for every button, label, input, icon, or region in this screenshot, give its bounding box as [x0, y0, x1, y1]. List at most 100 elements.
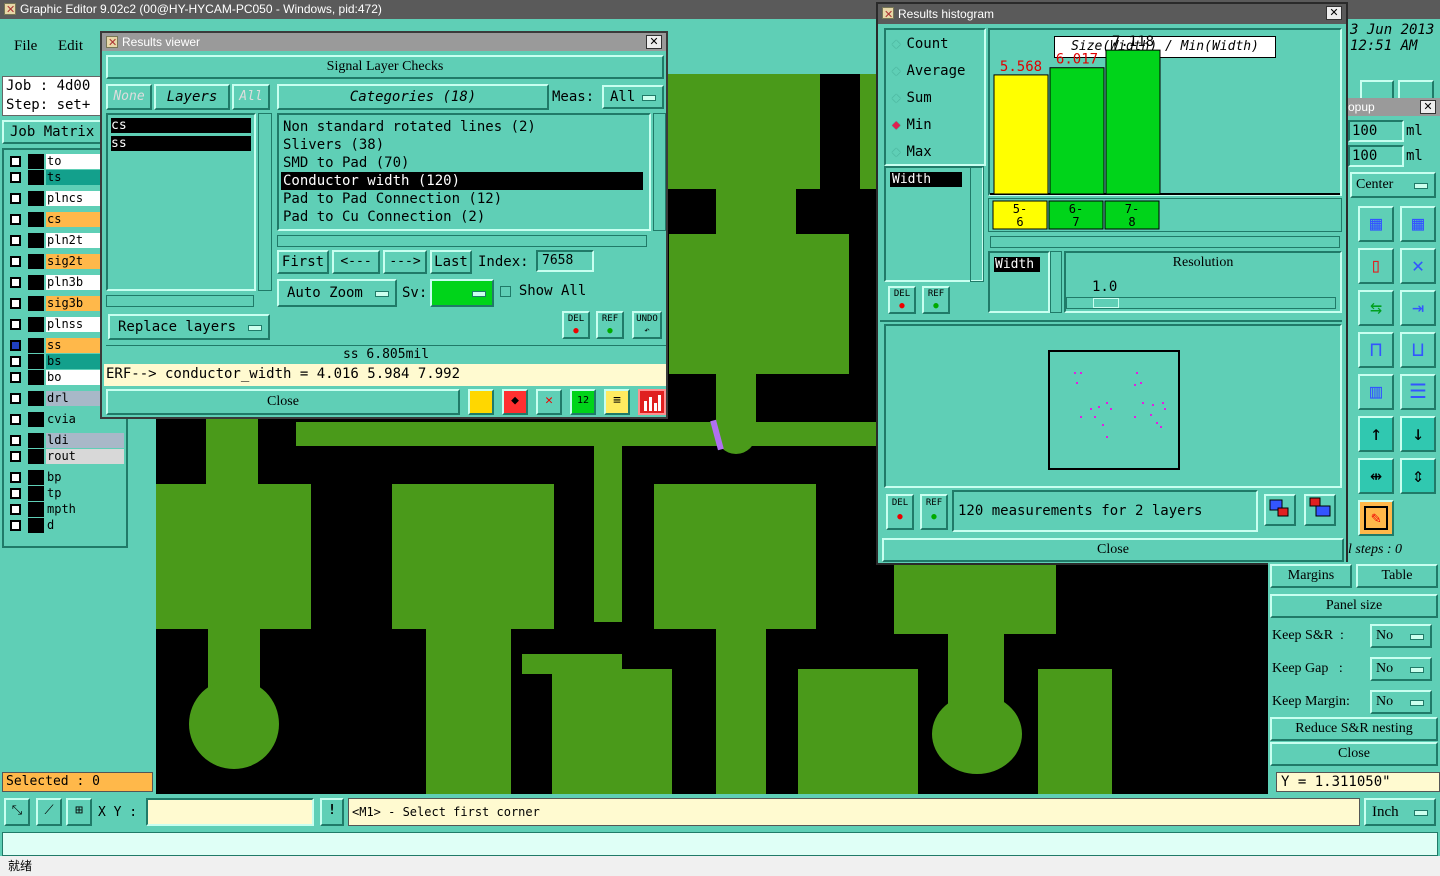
layer-checkbox[interactable]: [10, 372, 21, 383]
layer-checkbox[interactable]: [10, 172, 21, 183]
layer-index[interactable]: [28, 296, 44, 311]
menu-edit[interactable]: Edit: [58, 38, 83, 55]
layer-index[interactable]: [28, 470, 44, 485]
histogram-list-scrollbar[interactable]: [970, 166, 984, 282]
layer-row-bp[interactable]: bp: [6, 470, 124, 485]
keep-sr-dropdown[interactable]: No: [1370, 624, 1432, 648]
category-item[interactable]: Non standard rotated lines (2): [281, 118, 649, 136]
layer-row-tp[interactable]: tp: [6, 486, 124, 501]
width-field-list[interactable]: Width: [988, 251, 1050, 313]
layer-checkbox[interactable]: [10, 319, 21, 330]
stat-option-sum[interactable]: ◆ Sum: [892, 90, 932, 106]
hand-tool-icon[interactable]: ✎: [1358, 500, 1394, 536]
layer-index[interactable]: [28, 212, 44, 227]
histogram-icon[interactable]: [638, 389, 666, 415]
field-1[interactable]: 100: [1348, 120, 1404, 142]
layer-row-rout[interactable]: rout: [6, 449, 124, 464]
layer-row-mpth[interactable]: mpth: [6, 502, 124, 517]
stat-option-min[interactable]: ◆ Min: [892, 117, 932, 133]
layer-checkbox[interactable]: [10, 520, 21, 531]
layer-checkbox[interactable]: [10, 298, 21, 309]
layer-list-hscroll[interactable]: [106, 295, 254, 307]
all-button[interactable]: All: [232, 84, 270, 110]
delete-x-icon[interactable]: ✕: [1400, 248, 1436, 284]
first-button[interactable]: First: [277, 250, 329, 274]
index-field[interactable]: 7658: [536, 250, 594, 272]
margins-button[interactable]: Margins: [1270, 564, 1352, 588]
layer-index[interactable]: [28, 412, 44, 427]
layer-index[interactable]: [28, 486, 44, 501]
sr-close-button[interactable]: Close: [1270, 742, 1438, 766]
layer-index[interactable]: [28, 154, 44, 169]
undo-button[interactable]: UNDO ↶: [632, 311, 662, 339]
menu-file[interactable]: File: [14, 38, 37, 55]
histogram-hscroll[interactable]: [990, 236, 1340, 248]
highlight-icon[interactable]: [468, 389, 494, 415]
layer-index[interactable]: [28, 502, 44, 517]
category-item[interactable]: SMD to Pad (70): [281, 154, 649, 172]
histogram-list[interactable]: Width: [884, 166, 984, 282]
category-item[interactable]: Slivers (38): [281, 136, 649, 154]
layer-checkbox[interactable]: [10, 488, 21, 499]
xy-input[interactable]: [146, 798, 314, 826]
zoom-area-icon[interactable]: ⤡: [4, 798, 30, 826]
layer-index[interactable]: [28, 354, 44, 369]
none-button[interactable]: None: [106, 84, 152, 110]
numbered-icon[interactable]: 12: [570, 389, 596, 415]
radio-icon[interactable]: ◆: [892, 90, 900, 106]
keep-gap-dropdown[interactable]: No: [1370, 657, 1432, 681]
category-item[interactable]: Pad to Pad Connection (12): [281, 190, 649, 208]
collapse-v-icon[interactable]: ⇕: [1400, 458, 1436, 494]
arrow-up-icon[interactable]: ↑: [1358, 416, 1394, 452]
radio-icon[interactable]: ◆: [892, 117, 900, 133]
width-scrollbar[interactable]: [1050, 251, 1062, 313]
units-dropdown[interactable]: Inch: [1364, 798, 1436, 826]
hist-ref-button[interactable]: REF ●: [922, 286, 950, 314]
layer-checkbox[interactable]: [10, 504, 21, 515]
layer-checkbox[interactable]: [10, 435, 21, 446]
layer-label[interactable]: rout: [46, 449, 124, 464]
center-dropdown[interactable]: Center: [1350, 172, 1436, 198]
show-all-toggle[interactable]: Show All: [500, 283, 586, 299]
slider-handle[interactable]: [1093, 298, 1119, 308]
radio-icon[interactable]: ◆: [892, 144, 900, 160]
layer-checkbox[interactable]: [10, 256, 21, 267]
categories-button[interactable]: Categories (18): [277, 84, 549, 110]
del-button[interactable]: DEL ●: [562, 311, 590, 339]
stat-option-average[interactable]: ◆ Average: [892, 63, 965, 79]
exclude-icon[interactable]: ✕: [536, 389, 562, 415]
layer-checkbox[interactable]: [10, 472, 21, 483]
layer-checkbox[interactable]: [10, 393, 21, 404]
layer-index[interactable]: [28, 275, 44, 290]
radio-icon[interactable]: ◆: [892, 36, 900, 52]
layer-label[interactable]: tp: [46, 486, 124, 501]
layer-checkbox[interactable]: [10, 214, 21, 225]
category-hscroll[interactable]: [277, 235, 647, 247]
layer-label[interactable]: bp: [46, 470, 124, 485]
layer-checkbox[interactable]: [10, 277, 21, 288]
report-icon[interactable]: ◆: [502, 389, 528, 415]
close-icon[interactable]: ✕: [646, 35, 662, 49]
grid-small-icon[interactable]: ▦: [1358, 206, 1394, 242]
layer-row-d[interactable]: d: [6, 518, 124, 533]
resolution-slider[interactable]: [1066, 297, 1336, 309]
keep-margin-dropdown[interactable]: No: [1370, 690, 1432, 714]
notes-icon[interactable]: ≡: [604, 389, 630, 415]
reduce-sr-nesting-button[interactable]: Reduce S&R nesting: [1270, 717, 1438, 741]
alert-icon[interactable]: !: [320, 798, 344, 826]
layer-index[interactable]: [28, 370, 44, 385]
replace-layers-dropdown[interactable]: Replace layers: [108, 314, 270, 340]
layer-label[interactable]: mpth: [46, 502, 124, 517]
show-all-checkbox[interactable]: [500, 286, 511, 297]
collapse-h-icon[interactable]: ⇹: [1358, 458, 1394, 494]
layer-index[interactable]: [28, 233, 44, 248]
layer-index[interactable]: [28, 449, 44, 464]
layer-checkbox[interactable]: [10, 156, 21, 167]
move-red-icon[interactable]: ▯: [1358, 248, 1394, 284]
layer-label[interactable]: ldi: [46, 433, 124, 448]
category-item[interactable]: Pad to Cu Connection (2): [281, 208, 649, 226]
category-list[interactable]: Non standard rotated lines (2) Slivers (3…: [277, 113, 651, 231]
arrow-down-icon[interactable]: ↓: [1400, 416, 1436, 452]
sv-color-dropdown[interactable]: [430, 279, 494, 307]
check-set-header[interactable]: Signal Layer Checks: [106, 55, 664, 79]
